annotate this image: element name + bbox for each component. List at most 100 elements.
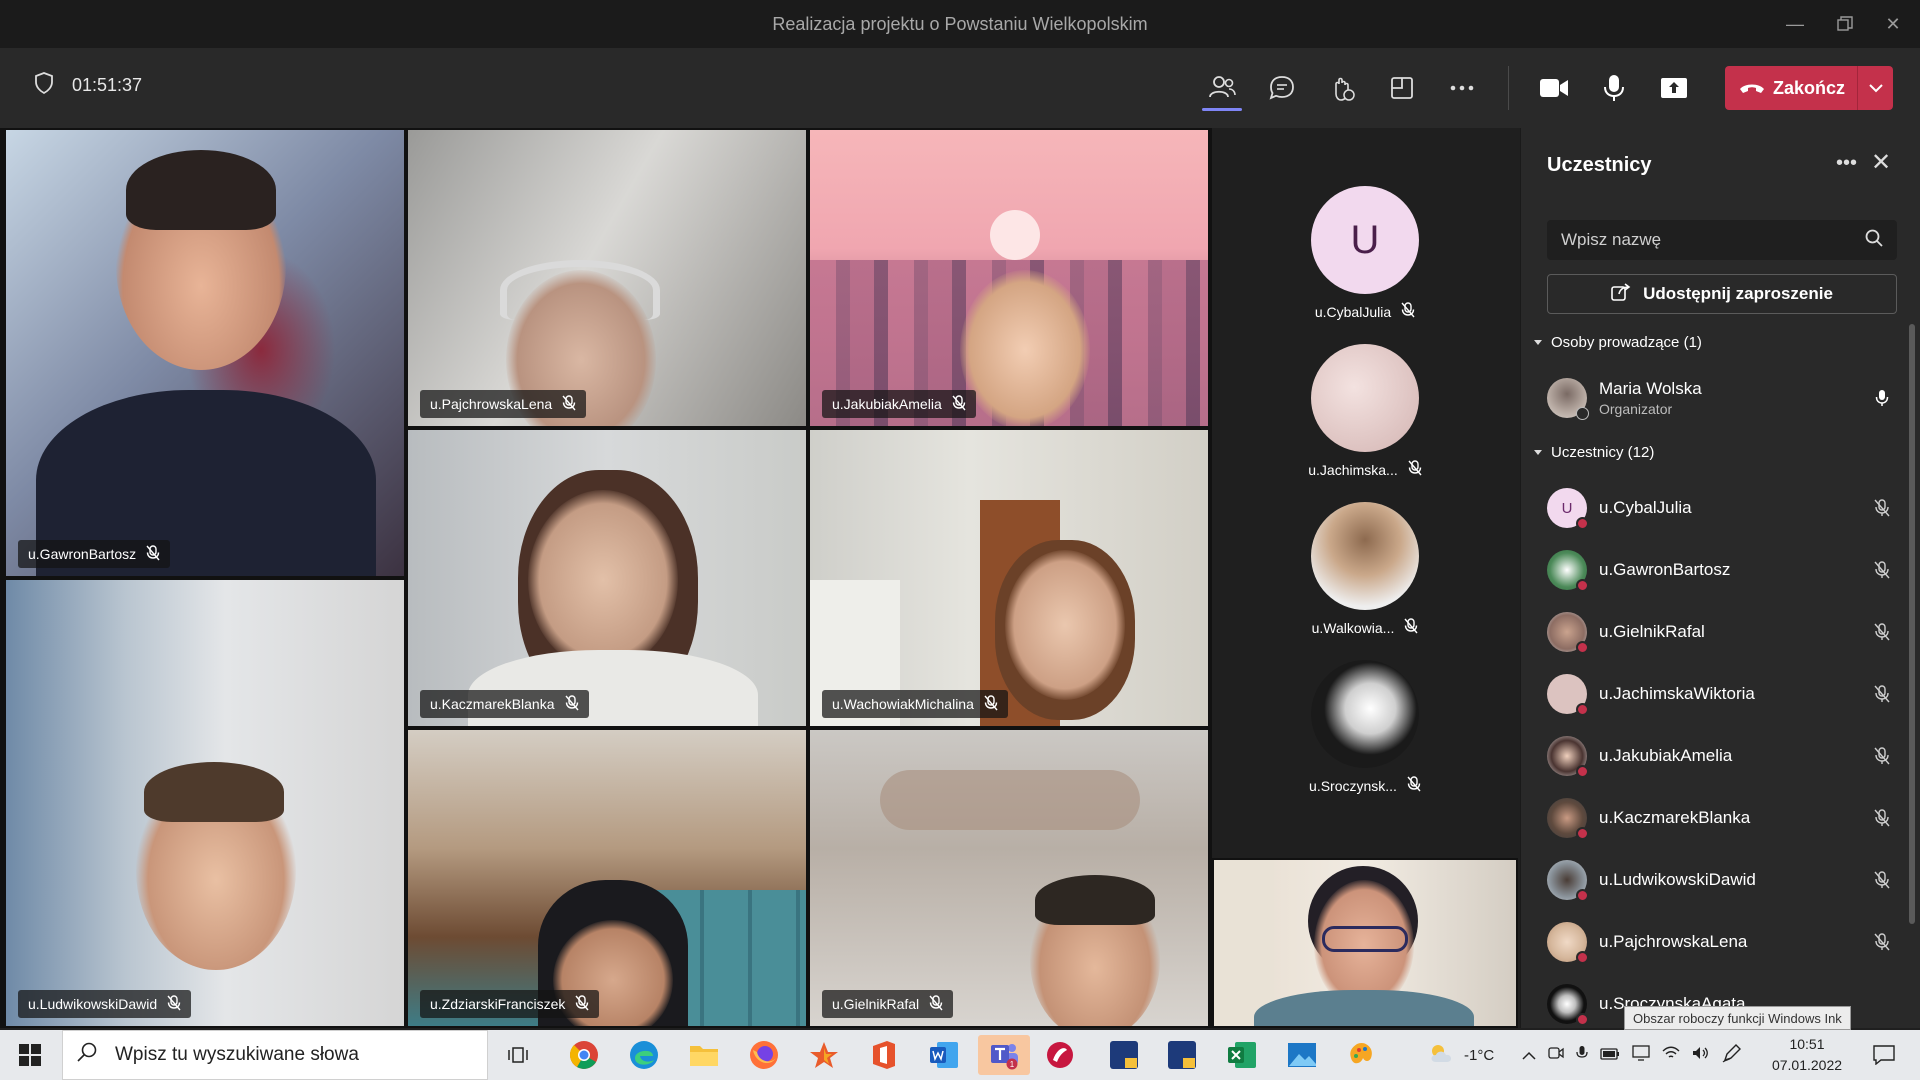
clock-time: 10:51 <box>1789 1036 1825 1052</box>
battery-icon[interactable] <box>1600 1047 1620 1064</box>
avatar: U <box>1311 186 1419 294</box>
display-icon[interactable] <box>1632 1045 1650 1065</box>
windows-taskbar: Wpisz tu wyszukiwane słowa 1 -1°C 10:51 … <box>0 1030 1920 1080</box>
meeting-timer: 01:51:37 <box>72 75 143 95</box>
panel-more-icon[interactable]: ••• <box>1836 152 1857 175</box>
video-tile[interactable]: u.WachowiakMichalina <box>810 430 1208 726</box>
participant-row[interactable]: u.GielnikRafal <box>1547 606 1897 658</box>
avatar <box>1547 922 1589 964</box>
participant-search[interactable] <box>1547 220 1897 260</box>
panel-scrollbar[interactable] <box>1909 324 1915 924</box>
pen-icon[interactable] <box>1722 1043 1742 1067</box>
video-tile[interactable]: u.GawronBartosz <box>6 130 404 576</box>
file-explorer-icon[interactable] <box>682 1035 726 1075</box>
share-invite-button[interactable]: Udostępnij zaproszenie <box>1547 274 1897 314</box>
participant-name: u.JakubiakAmelia <box>1599 746 1733 765</box>
edge-icon[interactable] <box>622 1035 666 1075</box>
participant-name: Maria Wolska <box>1599 379 1702 398</box>
clock-date: 07.01.2022 <box>1771 1057 1843 1073</box>
teams-icon[interactable]: 1 <box>978 1035 1030 1075</box>
mic-icon[interactable] <box>1594 68 1634 108</box>
participant-row[interactable]: u.KaczmarekBlanka <box>1547 792 1897 844</box>
paint-icon[interactable] <box>1340 1035 1384 1075</box>
participant-row[interactable]: u.JakubiakAmelia <box>1547 730 1897 782</box>
rooms-icon[interactable] <box>1382 68 1422 108</box>
app-pink-icon[interactable] <box>1038 1035 1082 1075</box>
video-tile[interactable]: u.PajchrowskaLena <box>408 130 806 426</box>
avatar <box>1547 984 1589 1026</box>
meet-now-icon[interactable] <box>1548 1046 1564 1064</box>
camera-icon[interactable] <box>1534 68 1574 108</box>
presenters-section-header[interactable]: Osoby prowadzące (1) <box>1533 334 1702 351</box>
participant-name: u.GielnikRafal <box>1599 622 1705 641</box>
photos-icon[interactable] <box>1280 1035 1324 1075</box>
weather-icon[interactable] <box>1428 1042 1456 1068</box>
video-tile[interactable] <box>1214 860 1516 1026</box>
volume-icon[interactable] <box>1692 1046 1710 1064</box>
participant-row-organizer[interactable]: Maria Wolska Organizator <box>1547 372 1897 424</box>
search-icon <box>77 1042 97 1068</box>
end-options-chevron-down-icon[interactable] <box>1858 83 1893 93</box>
share-screen-icon[interactable] <box>1654 68 1694 108</box>
participant-name: u.JachimskaWiktoria <box>1599 684 1755 703</box>
participant-name-tag: u.LudwikowskiDawid <box>18 990 192 1018</box>
share-icon <box>1611 282 1631 306</box>
firefox-icon[interactable] <box>742 1035 786 1075</box>
participant-row[interactable]: u.LudwikowskiDawid <box>1547 854 1897 906</box>
planeta-nowa-7-icon[interactable] <box>1102 1035 1146 1075</box>
people-icon[interactable] <box>1202 68 1242 108</box>
participant-name: u.CybalJulia <box>1314 303 1392 320</box>
reactions-icon[interactable] <box>1322 68 1362 108</box>
end-call-button[interactable]: Zakończ <box>1725 66 1893 110</box>
participant-name: u.Jachimska... <box>1308 461 1398 478</box>
attendees-section-header[interactable]: Uczestnicy (12) <box>1533 444 1654 461</box>
clock[interactable]: 10:51 07.01.2022 <box>1762 1034 1852 1076</box>
weather-temperature[interactable]: -1°C <box>1464 1047 1494 1064</box>
video-tile[interactable]: u.JakubiakAmelia <box>810 130 1208 426</box>
chrome-icon[interactable] <box>562 1035 606 1075</box>
participant-name: u.LudwikowskiDawid <box>1599 870 1756 889</box>
rail-participant[interactable]: U u.CybalJulia <box>1212 186 1518 321</box>
participant-row[interactable]: U u.CybalJulia <box>1547 482 1897 534</box>
video-tile[interactable]: u.GielnikRafal <box>810 730 1208 1026</box>
avatar <box>1547 798 1589 840</box>
app-star-icon[interactable] <box>802 1035 846 1075</box>
phone-hangup-icon <box>1739 78 1765 99</box>
windows-start-icon[interactable] <box>8 1035 52 1075</box>
word-icon[interactable] <box>922 1035 966 1075</box>
rail-participant[interactable]: u.Sroczynsk... <box>1212 660 1518 795</box>
restore-icon[interactable] <box>1824 0 1866 48</box>
close-window-icon[interactable]: ✕ <box>1872 0 1914 48</box>
mic-muted-icon <box>167 994 181 1014</box>
task-view-icon[interactable] <box>498 1035 542 1075</box>
participant-name: u.ZdziarskiFranciszek <box>430 996 566 1012</box>
wifi-icon[interactable] <box>1662 1046 1680 1064</box>
participant-row[interactable]: u.PajchrowskaLena <box>1547 916 1897 968</box>
participant-name-tag: u.KaczmarekBlanka <box>420 690 589 718</box>
taskbar-search[interactable]: Wpisz tu wyszukiwane słowa <box>62 1030 488 1080</box>
notification-icon[interactable] <box>1862 1035 1906 1075</box>
planeta-nowa-5-icon[interactable] <box>1160 1035 1204 1075</box>
office-icon[interactable] <box>862 1035 906 1075</box>
participant-search-input[interactable] <box>1561 230 1865 250</box>
rail-participant[interactable]: u.Walkowia... <box>1212 502 1518 637</box>
attendees-header-label: Uczestnicy (12) <box>1551 444 1655 461</box>
participant-row[interactable]: u.JachimskaWiktoria <box>1547 668 1897 720</box>
more-icon[interactable] <box>1442 68 1482 108</box>
chevron-up-icon[interactable] <box>1522 1047 1536 1064</box>
panel-close-icon[interactable]: ✕ <box>1871 148 1891 177</box>
excel-icon[interactable] <box>1220 1035 1264 1075</box>
video-tile[interactable]: u.LudwikowskiDawid <box>6 580 404 1026</box>
mic-icon[interactable] <box>1576 1045 1588 1065</box>
presenters-header-label: Osoby prowadzące (1) <box>1551 334 1702 351</box>
minimize-icon[interactable]: — <box>1774 0 1816 48</box>
video-tile[interactable]: u.KaczmarekBlanka <box>408 430 806 726</box>
participant-name: u.PajchrowskaLena <box>1599 932 1748 951</box>
chat-icon[interactable] <box>1262 68 1302 108</box>
participant-name: u.Walkowia... <box>1311 619 1395 636</box>
search-icon[interactable] <box>1865 229 1883 252</box>
video-tile[interactable]: u.ZdziarskiFranciszek <box>408 730 806 1026</box>
participant-row[interactable]: u.GawronBartosz <box>1547 544 1897 596</box>
rail-participant[interactable]: u.Jachimska... <box>1212 344 1518 479</box>
avatar <box>1547 378 1589 420</box>
